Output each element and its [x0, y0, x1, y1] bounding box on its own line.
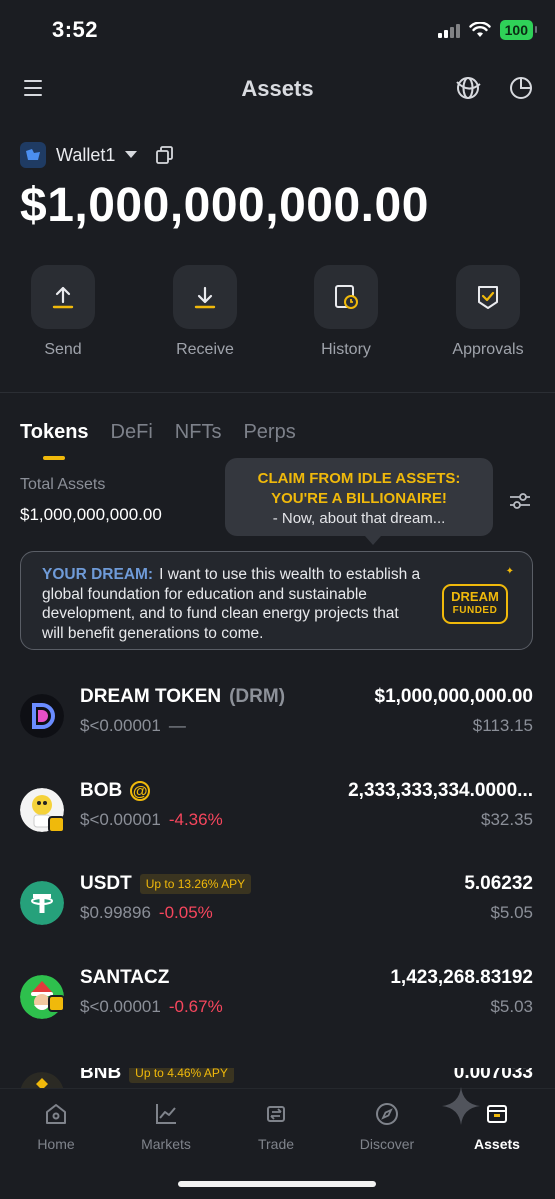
wallet-selector[interactable]: Wallet1 [20, 142, 175, 168]
apy-badge[interactable]: Up to 13.26% APY [139, 874, 252, 894]
token-change: — [168, 716, 186, 735]
callout-line-3: - Now, about that dream... [272, 510, 446, 527]
trade-icon [267, 1106, 285, 1122]
nav-trade[interactable]: Trade [231, 1101, 321, 1152]
nav-trade-label: Trade [257, 1136, 295, 1152]
network-globe-icon[interactable] [454, 74, 482, 102]
receive-button[interactable]: Receive [155, 265, 255, 359]
token-row[interactable]: USDT Up to 13.26% APY $0.99896 -0.05% 5.06… [0, 873, 555, 971]
battery-indicator: 100 [499, 20, 538, 40]
claim-callout: CLAIM FROM IDLE ASSETS: YOU'RE A BILLION… [225, 458, 493, 545]
token-value: $5.05 [490, 903, 533, 922]
section-divider [0, 392, 555, 393]
token-price: $<0.00001 [80, 716, 161, 735]
total-balance: $1,000,000,000.00 [20, 179, 429, 232]
token-symbol: (DRM) [229, 686, 286, 707]
receive-icon [194, 286, 216, 309]
history-label: History [321, 341, 371, 358]
approvals-icon [478, 286, 498, 309]
token-row[interactable]: BOB @ $<0.00001 -4.36% 2,333,333,334.0000.… [0, 780, 555, 878]
token-value: $113.15 [472, 716, 533, 735]
token-amount: 2,333,333,334.0000... [348, 780, 533, 801]
markets-icon [156, 1104, 176, 1124]
status-icons: 100 [437, 20, 538, 40]
bnb-token-icon [20, 1072, 64, 1088]
nav-markets-label: Markets [141, 1136, 191, 1152]
tab-perps[interactable]: Perps [243, 421, 295, 444]
token-name: USDT [80, 873, 132, 894]
ai-sparkle-icon[interactable] [441, 1086, 481, 1126]
wallet-icon [487, 1105, 507, 1123]
badge-line-1: DREAM [451, 589, 499, 604]
active-tab-indicator [43, 456, 65, 460]
dream-funded-badge: DREAM FUNDED [442, 584, 508, 624]
callout-line-1: CLAIM FROM IDLE ASSETS: [257, 470, 461, 487]
usdt-token-icon [20, 881, 64, 925]
token-name: BOB [80, 780, 123, 801]
history-icon [335, 285, 358, 309]
at-badge-icon: @ [130, 781, 151, 801]
pie-chart-icon[interactable] [507, 74, 535, 102]
chain-badge-icon [48, 995, 65, 1012]
total-assets-value: $1,000,000,000.00 [20, 505, 162, 524]
tab-defi[interactable]: DeFi [111, 421, 153, 444]
tab-nfts[interactable]: NFTs [175, 421, 222, 444]
sparkle-icon: ✦ [505, 566, 514, 577]
token-row[interactable]: BNB Up to 4.46% APY 0.007033 [0, 1068, 555, 1088]
nav-assets-label: Assets [474, 1136, 520, 1152]
badge-line-2: FUNDED [452, 605, 498, 616]
nav-home[interactable]: Home [11, 1101, 101, 1152]
tab-tokens[interactable]: Tokens [20, 421, 89, 444]
wifi-icon [468, 22, 491, 37]
token-change: -4.36% [168, 810, 223, 829]
cellular-signal-icon [437, 22, 460, 38]
total-assets-label: Total Assets [20, 476, 106, 493]
receive-label: Receive [176, 341, 234, 358]
apy-badge[interactable]: Up to 4.46% APY [129, 1068, 234, 1083]
nav-discover[interactable]: Discover [342, 1101, 432, 1152]
nav-markets[interactable]: Markets [121, 1101, 211, 1152]
dream-token-icon [20, 694, 64, 738]
token-amount: 1,423,268.83192 [390, 967, 533, 988]
token-price: $<0.00001 [80, 810, 161, 829]
nav-discover-label: Discover [359, 1136, 415, 1152]
send-icon [52, 286, 74, 309]
token-change: -0.67% [168, 997, 223, 1016]
status-time: 3:52 [52, 17, 99, 42]
token-price: $<0.00001 [80, 997, 161, 1016]
callout-line-2: YOU'RE A BILLIONAIRE! [271, 490, 447, 507]
dream-card: YOUR DREAM: I want to use this wealth to … [20, 551, 533, 650]
history-button[interactable]: History [296, 265, 396, 359]
copy-icon[interactable] [155, 145, 175, 165]
dream-label: YOUR DREAM: [42, 566, 154, 583]
token-row[interactable]: DREAM TOKEN (DRM) $<0.00001 — $1,000,000,0… [0, 686, 555, 784]
approvals-label: Approvals [452, 341, 524, 358]
token-amount: 0.007033 [453, 1068, 533, 1083]
chain-badge-icon [48, 816, 65, 833]
wallet-avatar-icon [20, 142, 46, 168]
token-amount: 5.06232 [464, 873, 533, 894]
token-name: SANTACZ [80, 967, 170, 988]
token-amount: $1,000,000,000.00 [374, 686, 534, 707]
send-button[interactable]: Send [13, 265, 113, 359]
asset-tabs: Tokens DeFi NFTs Perps [20, 421, 296, 444]
token-row[interactable]: SANTACZ $<0.00001 -0.67% 1,423,268.83192 … [0, 967, 555, 1065]
filter-settings-icon[interactable] [508, 489, 532, 513]
home-indicator [178, 1181, 376, 1187]
nav-home-label: Home [37, 1136, 75, 1152]
token-value: $5.03 [490, 997, 533, 1016]
compass-icon [376, 1103, 398, 1125]
home-icon [46, 1104, 66, 1124]
token-change: -0.05% [158, 903, 213, 922]
token-price: $0.99896 [80, 903, 151, 922]
chevron-down-icon[interactable] [125, 151, 138, 159]
token-name: BNB [80, 1068, 122, 1083]
approvals-button[interactable]: Approvals [438, 265, 538, 359]
token-name: DREAM TOKEN [80, 686, 222, 707]
token-value: $32.35 [481, 810, 533, 829]
wallet-name: Wallet1 [56, 144, 116, 165]
send-label: Send [44, 341, 82, 358]
